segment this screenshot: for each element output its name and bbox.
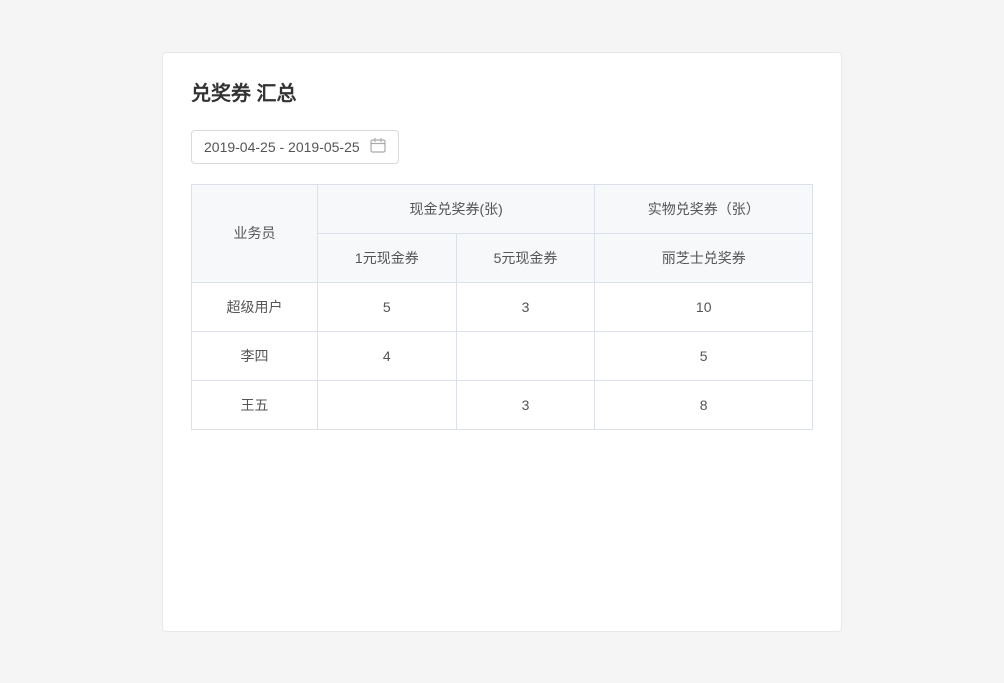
- table-row: 王五 38: [192, 380, 813, 429]
- table-row: 超级用户5310: [192, 282, 813, 331]
- cell-cash-5: [456, 331, 595, 380]
- summary-table: 业务员 现金兑奖券(张) 实物兑奖券（张） 1元现金券 5元现金券 丽芝士兑奖券…: [191, 184, 813, 430]
- cell-cash-1: 4: [317, 331, 456, 380]
- cell-cash-5: 3: [456, 380, 595, 429]
- cell-physical-1: 5: [595, 331, 813, 380]
- cell-agent: 王五: [192, 380, 318, 429]
- date-picker[interactable]: 2019-04-25 - 2019-05-25: [191, 130, 399, 164]
- cell-agent: 超级用户: [192, 282, 318, 331]
- calendar-icon: [370, 137, 386, 157]
- cell-cash-1: [317, 380, 456, 429]
- col-cash-5: 5元现金券: [456, 233, 595, 282]
- col-agent: 业务员: [192, 184, 318, 282]
- cell-cash-5: 3: [456, 282, 595, 331]
- cell-physical-1: 10: [595, 282, 813, 331]
- col-cash-1: 1元现金券: [317, 233, 456, 282]
- date-picker-value: 2019-04-25 - 2019-05-25: [204, 139, 360, 155]
- table-row: 李四4 5: [192, 331, 813, 380]
- col-physical-group: 实物兑奖券（张）: [595, 184, 813, 233]
- col-physical-1: 丽芝士兑奖券: [595, 233, 813, 282]
- col-cash-group: 现金兑奖券(张): [317, 184, 594, 233]
- table-header-row: 业务员 现金兑奖券(张) 实物兑奖券（张）: [192, 184, 813, 233]
- cell-agent: 李四: [192, 331, 318, 380]
- main-card: 兑奖券 汇总 2019-04-25 - 2019-05-25 业务员 现金兑奖券…: [162, 52, 842, 632]
- cell-physical-1: 8: [595, 380, 813, 429]
- cell-cash-1: 5: [317, 282, 456, 331]
- page-title: 兑奖券 汇总: [191, 77, 813, 106]
- date-picker-wrapper: 2019-04-25 - 2019-05-25: [191, 130, 813, 164]
